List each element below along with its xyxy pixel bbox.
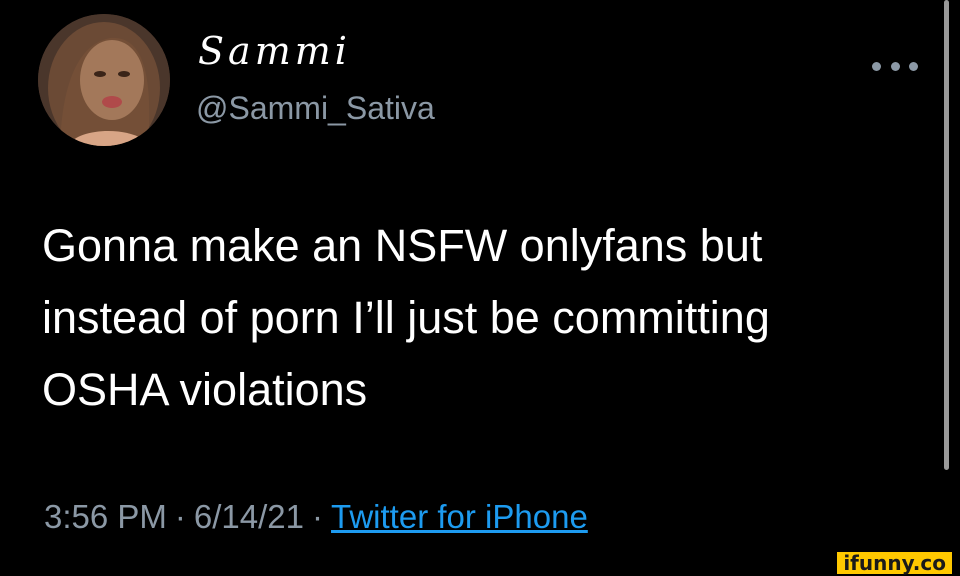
tweet-metadata: 3:56 PM · 6/14/21 · Twitter for iPhone [44, 500, 588, 533]
more-horizontal-icon [890, 61, 900, 71]
profile-photo-icon [38, 14, 170, 146]
tweet-text: Gonna make an NSFW onlyfans but instead … [42, 220, 770, 415]
separator: · [174, 498, 186, 535]
tweet-date[interactable]: 6/14/21 [194, 498, 304, 535]
tweet-card: Sammi @Sammi_Sativa Gonna make an NSFW o… [0, 0, 960, 576]
tweet-time[interactable]: 3:56 PM [44, 498, 167, 535]
more-horizontal-icon [909, 61, 918, 71]
display-name[interactable]: Sammi [198, 32, 351, 70]
source-link[interactable]: Twitter for iPhone [331, 498, 588, 535]
scrollbar[interactable] [944, 0, 949, 470]
avatar[interactable] [38, 14, 170, 146]
watermark-logo: ifunny.co [837, 552, 952, 574]
more-options-button[interactable] [872, 56, 918, 76]
user-handle[interactable]: @Sammi_Sativa [196, 92, 435, 124]
separator: · [312, 498, 324, 535]
more-horizontal-icon [872, 61, 881, 71]
